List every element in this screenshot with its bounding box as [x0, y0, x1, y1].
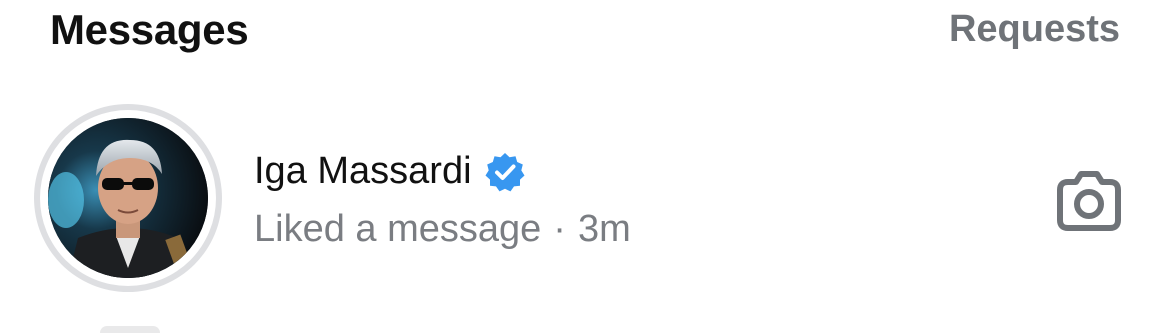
profile-photo	[48, 118, 208, 278]
message-thread-row[interactable]: Iga Massardi Liked a message · 3m	[0, 100, 1170, 300]
last-activity: Liked a message	[254, 208, 542, 250]
messages-page: Messages Requests Iga Massardi Liked a m…	[0, 0, 1170, 333]
story-ring	[34, 104, 222, 292]
verified-badge-icon	[484, 151, 526, 193]
requests-link[interactable]: Requests	[949, 8, 1120, 51]
thread-subtitle: Liked a message · 3m	[254, 208, 631, 251]
separator-dot: ·	[553, 208, 566, 250]
camera-icon[interactable]	[1054, 168, 1124, 232]
next-row-edge	[100, 326, 160, 333]
thread-title-line: Iga Massardi	[254, 150, 526, 193]
page-title: Messages	[50, 6, 249, 53]
contact-name: Iga Massardi	[254, 150, 472, 192]
avatar[interactable]	[48, 118, 208, 278]
timestamp: 3m	[577, 208, 631, 250]
